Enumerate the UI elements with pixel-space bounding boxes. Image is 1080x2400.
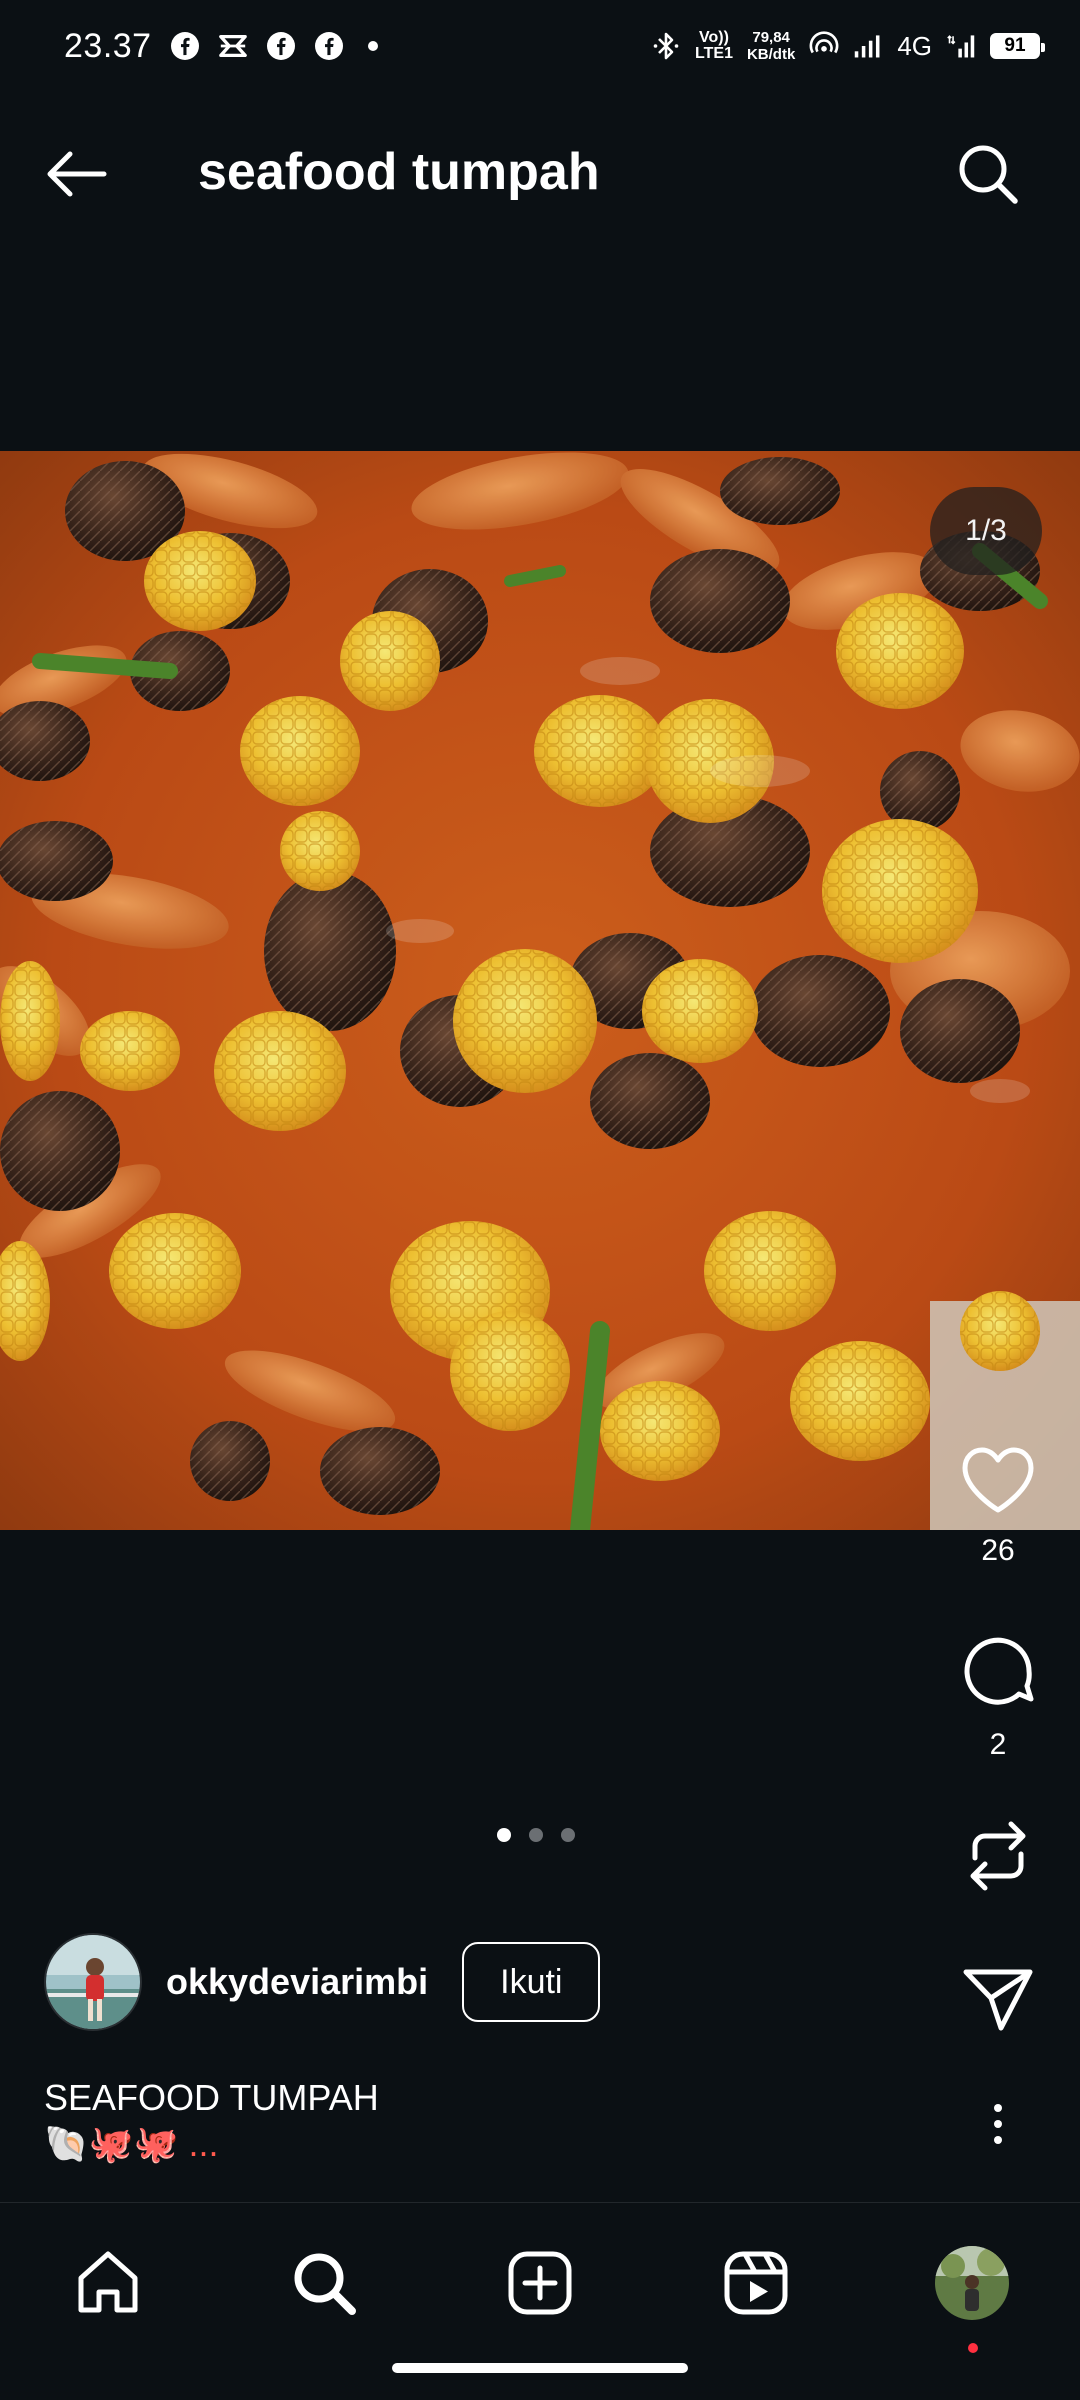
- image-counter: 1/3: [930, 487, 1042, 575]
- page-title: seafood tumpah: [198, 143, 600, 201]
- author-username[interactable]: okkydeviarimbi: [166, 1961, 428, 2003]
- follow-button[interactable]: Ikuti: [462, 1942, 601, 2022]
- more-options-button[interactable]: [968, 2092, 1028, 2156]
- status-bar: 23.37 Vo)) LTE1 79,84 KB/dtk 4G 91: [0, 0, 1080, 92]
- net-speed-value: 79,84: [752, 29, 790, 46]
- net-speed-unit: KB/dtk: [746, 46, 796, 63]
- seafood-photo: [0, 451, 1080, 1530]
- bluetooth-icon: [651, 31, 681, 61]
- status-left: 23.37: [64, 27, 378, 66]
- volte-top: Vo)): [699, 29, 729, 46]
- signal-icon: [853, 31, 883, 61]
- facebook-icon: [170, 31, 200, 61]
- create-icon: [508, 2251, 572, 2315]
- send-icon[interactable]: [961, 1964, 1035, 2034]
- capcut-icon: [218, 31, 248, 61]
- comment-icon[interactable]: [959, 1632, 1037, 1710]
- caption[interactable]: SEAFOOD TUMPAH 🐚🐙🐙 ...: [44, 2076, 904, 2168]
- profile-avatar: [935, 2246, 1009, 2320]
- more-dot: [994, 2120, 1002, 2128]
- carousel-dot: [561, 1828, 575, 1842]
- comment-count: 2: [989, 1728, 1007, 1761]
- status-time: 23.37: [64, 26, 152, 65]
- home-indicator[interactable]: [392, 2363, 688, 2373]
- battery-icon: 91: [990, 33, 1045, 59]
- repost-icon[interactable]: [963, 1816, 1033, 1896]
- comment-action: 2: [948, 1632, 1048, 1762]
- network-type: 4G: [897, 30, 932, 61]
- notification-dot: [968, 2343, 978, 2353]
- status-right: Vo)) LTE1 79,84 KB/dtk 4G 91: [651, 29, 1045, 63]
- more-dot: [994, 2136, 1002, 2144]
- like-action: 26: [948, 1446, 1048, 1568]
- back-button[interactable]: [40, 138, 112, 210]
- nav-search[interactable]: [276, 2235, 372, 2331]
- nav-reels[interactable]: [708, 2235, 804, 2331]
- share-action: [948, 1964, 1048, 2034]
- signal-icon: [946, 31, 976, 61]
- facebook-icon: [314, 31, 344, 61]
- carousel-dot: [529, 1828, 543, 1842]
- carousel-dot: [497, 1828, 511, 1842]
- heart-icon[interactable]: [960, 1446, 1036, 1516]
- nav-home[interactable]: [60, 2235, 156, 2331]
- search-icon: [294, 2253, 356, 2315]
- caption-title: SEAFOOD TUMPAH: [44, 2077, 379, 2118]
- facebook-icon: [266, 31, 296, 61]
- more-dot: [994, 2104, 1002, 2112]
- author-row: okkydeviarimbi Ikuti: [44, 1932, 601, 2032]
- more-notifications-dot: [367, 41, 378, 51]
- net-speed: 79,84 KB/dtk: [747, 29, 795, 63]
- post-image[interactable]: 1/3: [0, 451, 1080, 1530]
- nav-create[interactable]: [492, 2235, 588, 2331]
- reels-icon: [724, 2251, 788, 2315]
- volte-indicator: Vo)) LTE1: [695, 30, 733, 62]
- home-icon: [78, 2251, 138, 2313]
- volte-bottom: LTE1: [695, 45, 733, 62]
- header: seafood tumpah: [0, 112, 1080, 232]
- avatar[interactable]: [44, 1933, 142, 2031]
- carousel-dots: [497, 1828, 575, 1842]
- hotspot-icon: [809, 31, 839, 61]
- avatar-image: [46, 1935, 140, 2029]
- screen: 23.37 Vo)) LTE1 79,84 KB/dtk 4G 91 seafo…: [0, 0, 1080, 2400]
- caption-emoji-line: 🐚🐙🐙 ...: [44, 2123, 219, 2164]
- repost-action: [948, 1816, 1048, 1896]
- nav-profile[interactable]: [924, 2235, 1020, 2353]
- search-button[interactable]: [952, 138, 1024, 210]
- like-count: 26: [981, 1534, 1015, 1567]
- arrow-left-icon: [47, 151, 107, 197]
- search-icon: [959, 145, 1018, 204]
